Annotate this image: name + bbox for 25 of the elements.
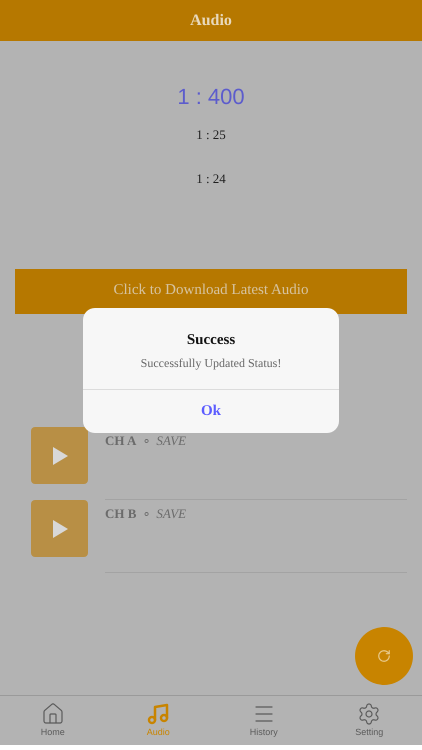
separator-text: ∘	[142, 432, 150, 450]
download-button[interactable]: Click to Download Latest Audio	[15, 269, 407, 314]
channel-status: SAVE	[156, 432, 186, 450]
ratio-text: 1 : 24	[196, 171, 226, 187]
ratio-text: 1 : 400	[177, 83, 245, 111]
play-icon	[50, 518, 68, 538]
play-icon	[50, 446, 68, 466]
tab-item[interactable]: Home	[0, 696, 106, 745]
tab-item[interactable]: Setting	[316, 696, 422, 745]
ok-button[interactable]: Ok	[83, 390, 339, 433]
separator-text: ∘	[142, 505, 150, 523]
home-icon	[40, 702, 65, 726]
play-button[interactable]	[31, 427, 88, 484]
settings-icon	[357, 702, 382, 726]
refresh-icon	[377, 649, 391, 663]
channel-status: SAVE	[156, 505, 186, 523]
play-button[interactable]	[31, 500, 88, 557]
dialog-message: Successfully Updated Status!	[140, 354, 282, 372]
music-note-icon	[146, 702, 170, 726]
tab-item[interactable]: History	[211, 696, 316, 745]
dialog-title: Success	[186, 331, 236, 350]
header-title: Audio	[190, 10, 232, 30]
channel-name: CH A	[105, 432, 136, 450]
ratio-text: 1 : 25	[196, 127, 226, 143]
channel-name: CH B	[105, 505, 136, 523]
